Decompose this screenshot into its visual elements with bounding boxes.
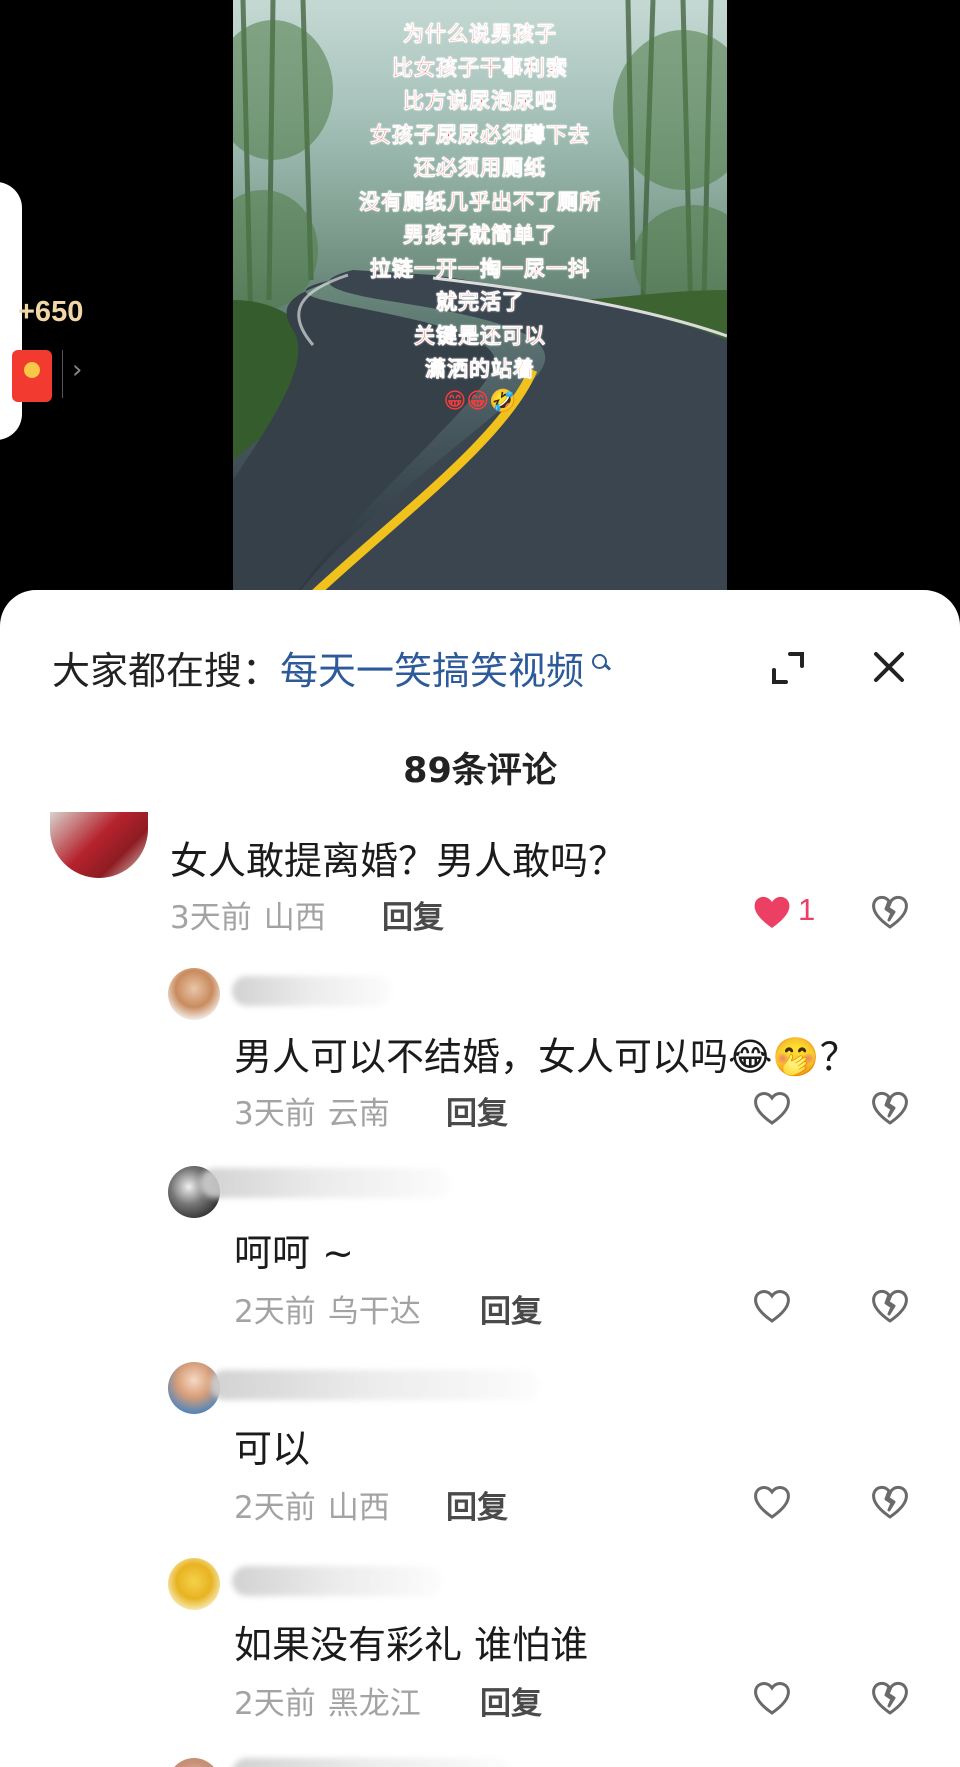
search-prefix-label: 大家都在搜： (52, 648, 281, 693)
comment-time: 3天前 (170, 900, 252, 936)
broken-heart-icon[interactable] (870, 1484, 910, 1520)
comment-time: 2天前 (234, 1686, 316, 1722)
reply-button[interactable]: 回复 (446, 1088, 508, 1133)
red-packet-icon[interactable] (12, 350, 52, 402)
video-caption: 为什么说男孩子 比女孩子干事利索 比方说尿泡尿吧 女孩子尿尿必须蹲下去 还必须用… (233, 18, 727, 417)
broken-heart-icon[interactable] (870, 894, 910, 930)
caption-line: 关键是还可以 (414, 323, 546, 348)
caption-line: 就完活了 (436, 290, 524, 315)
like-count: 1 (798, 892, 816, 927)
comment-item[interactable]: 女人敢提离婚？男人敢吗？ 3天前 山西 回复 1 (0, 812, 960, 972)
comment-location: 山西 (327, 1490, 390, 1526)
avatar[interactable] (168, 1558, 220, 1610)
caption-line: 还必须用厕纸 (414, 156, 546, 181)
caption-line: 女孩子尿尿必须蹲下去 (370, 122, 590, 147)
reply-button[interactable]: 回复 (480, 1678, 542, 1723)
heart-icon[interactable] (752, 1288, 792, 1324)
comment-time: 2天前 (234, 1294, 316, 1330)
reply-comment-item[interactable]: 男人可以不结婚，女人可以吗😂🤭？ 3天前 云南 回复 (0, 968, 960, 1158)
reply-button[interactable]: 回复 (480, 1286, 542, 1331)
comment-location: 山西 (263, 900, 326, 936)
video-frame[interactable]: 为什么说男孩子 比女孩子干事利索 比方说尿泡尿吧 女孩子尿尿必须蹲下去 还必须用… (233, 0, 727, 600)
comment-meta: 2天前 山西 (234, 1482, 390, 1527)
avatar[interactable] (168, 968, 220, 1020)
coin-reward-label[interactable]: +650 (18, 296, 83, 329)
username-blurred (210, 1370, 540, 1400)
comment-sheet: 大家都在搜： 每天一笑搞笑视频 89条评论 女人敢提离婚？男人敢吗？ 3天前 山西… (0, 590, 960, 1767)
heart-icon[interactable] (752, 1680, 792, 1716)
comment-meta: 2天前 黑龙江 (234, 1678, 421, 1723)
broken-heart-icon[interactable] (870, 1288, 910, 1324)
search-icon[interactable] (590, 652, 612, 674)
broken-heart-icon[interactable] (870, 1680, 910, 1716)
username-blurred (232, 1566, 442, 1596)
comment-meta: 3天前 山西 (170, 892, 326, 937)
caption-line: 男孩子就简单了 (403, 223, 557, 248)
comment-location: 云南 (327, 1096, 390, 1132)
comment-count-title: 89条评论 (403, 751, 557, 791)
video-area[interactable]: 为什么说男孩子 比女孩子干事利索 比方说尿泡尿吧 女孩子尿尿必须蹲下去 还必须用… (0, 0, 960, 600)
caption-line: 比女孩子干事利索 (392, 55, 568, 80)
caption-line: 比方说尿泡尿吧 (403, 89, 557, 114)
caption-line: 没有厕纸几乎出不了厕所 (359, 189, 601, 214)
caption-emoji: 😁😁🤣 (443, 388, 517, 414)
reply-comment-item[interactable]: 可以 2天前 山西 回复 (0, 1362, 960, 1552)
comment-text: 如果没有彩礼 谁怕谁 (234, 1623, 589, 1667)
side-divider (62, 350, 63, 398)
heart-icon[interactable] (752, 894, 792, 930)
reply-comment-item[interactable]: 如果没有彩礼 谁怕谁 2天前 黑龙江 回复 (0, 1558, 960, 1748)
broken-heart-icon[interactable] (870, 1090, 910, 1126)
comment-time: 2天前 (234, 1490, 316, 1526)
comment-text: 女人敢提离婚？男人敢吗？ (170, 839, 627, 883)
avatar[interactable] (50, 812, 148, 878)
username-blurred (232, 976, 392, 1006)
username-blurred (232, 1758, 512, 1767)
comment-location: 乌干达 (327, 1294, 421, 1330)
expand-icon[interactable] (768, 648, 808, 688)
caption-line: 为什么说男孩子 (403, 22, 557, 47)
username-blurred (200, 1168, 450, 1198)
comment-meta: 3天前 云南 (234, 1088, 390, 1133)
comment-meta: 2天前 乌干达 (234, 1286, 421, 1331)
caption-line: 拉链一开一掏一尿一抖 (370, 256, 590, 281)
reply-button[interactable]: 回复 (382, 892, 444, 937)
chevron-right-icon[interactable]: › (72, 355, 82, 385)
close-icon[interactable] (868, 646, 910, 688)
reply-button[interactable]: 回复 (446, 1482, 508, 1527)
caption-line: 潇洒的站着 (425, 357, 535, 382)
comment-text: 可以 (234, 1427, 311, 1471)
comment-text: 呵呵 ~ (234, 1231, 354, 1275)
reply-comment-item[interactable]: 呵呵 ~ 2天前 乌干达 回复 (0, 1166, 960, 1356)
comment-time: 3天前 (234, 1096, 316, 1132)
trending-search-bar[interactable]: 大家都在搜： 每天一笑搞笑视频 (52, 640, 612, 695)
comment-text: 男人可以不结婚，女人可以吗😂🤭？ (234, 1035, 858, 1079)
search-term-link[interactable]: 每天一笑搞笑视频 (280, 640, 584, 695)
heart-icon[interactable] (752, 1090, 792, 1126)
comment-location: 黑龙江 (327, 1686, 421, 1722)
heart-icon[interactable] (752, 1484, 792, 1520)
avatar[interactable] (168, 1758, 220, 1767)
